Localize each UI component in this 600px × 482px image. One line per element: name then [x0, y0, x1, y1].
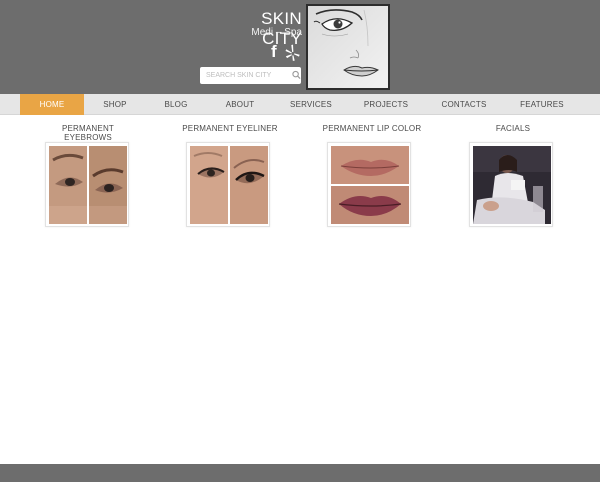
main-nav: HOME SHOP BLOG ABOUT SERVICES PROJECTS C… [0, 94, 600, 115]
facebook-icon[interactable]: f [271, 43, 277, 61]
service-image-facials[interactable] [469, 142, 553, 227]
site-header: SKIN CITY Medi – Spa f [0, 0, 600, 94]
nav-item-home[interactable]: HOME [20, 94, 84, 115]
site-footer [0, 464, 600, 482]
yelp-icon[interactable] [284, 44, 301, 61]
nav-item-shop[interactable]: SHOP [95, 94, 135, 115]
service-title-eyebrows[interactable]: PERMANENT EYEBROWS [38, 124, 138, 142]
nav-item-features[interactable]: FEATURES [517, 94, 567, 115]
service-title-facials[interactable]: FACIALS [473, 124, 553, 134]
service-image-eyebrows[interactable] [45, 142, 129, 227]
service-image-eyeliner[interactable] [186, 142, 270, 227]
nav-item-projects[interactable]: PROJECTS [361, 94, 411, 115]
brand-subtitle: Medi – Spa [251, 27, 302, 38]
service-image-lip-color[interactable] [327, 142, 411, 227]
service-title-lip-color[interactable]: PERMANENT LIP COLOR [320, 124, 424, 134]
nav-item-services[interactable]: SERVICES [286, 94, 336, 115]
search-icon[interactable] [292, 70, 301, 80]
nav-item-blog[interactable]: BLOG [156, 94, 196, 115]
nav-item-about[interactable]: ABOUT [220, 94, 260, 115]
service-title-eyeliner[interactable]: PERMANENT EYELINER [178, 124, 282, 134]
social-links: f [270, 43, 302, 61]
nav-item-contacts[interactable]: CONTACTS [438, 94, 490, 115]
search-input[interactable] [200, 67, 301, 84]
portrait-illustration [306, 4, 390, 90]
